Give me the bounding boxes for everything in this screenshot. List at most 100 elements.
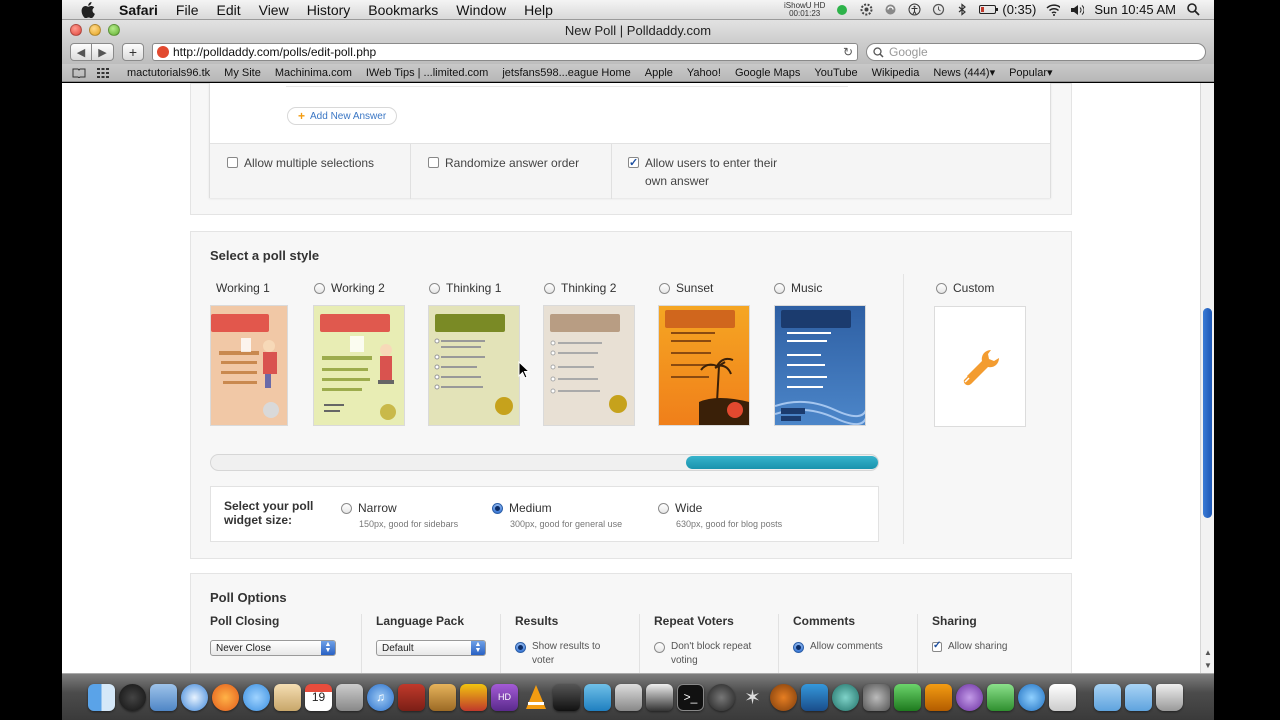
reload-icon[interactable]: ↻	[843, 45, 853, 59]
style-option-thinking-1[interactable]: Thinking 1	[428, 280, 525, 426]
folder-icon[interactable]	[1094, 683, 1121, 711]
style-option-thinking-2[interactable]: Thinking 2	[543, 280, 640, 426]
time-machine-icon[interactable]	[931, 3, 945, 17]
bluetooth-icon[interactable]	[955, 3, 969, 17]
language-pack-select[interactable]: Default ▲ ▼	[376, 640, 486, 656]
purple-app-icon[interactable]	[956, 683, 983, 711]
itunes-icon[interactable]: ♫	[367, 683, 394, 711]
style-radio-custom[interactable]	[936, 282, 947, 294]
allow-own-answer-checkbox[interactable]	[628, 154, 639, 172]
utility-icon[interactable]	[615, 683, 642, 711]
image-capture-icon[interactable]	[429, 683, 456, 711]
style-thumbnail-custom[interactable]	[934, 306, 1026, 427]
back-button[interactable]: ◀	[70, 43, 92, 61]
style-thumbnail-sunset[interactable]	[658, 305, 750, 426]
mail-icon[interactable]	[150, 683, 177, 711]
bookmark-item[interactable]: Google Maps	[728, 67, 807, 79]
sparkle-icon[interactable]: ✶	[739, 684, 766, 711]
ical-icon[interactable]: 19	[305, 683, 332, 711]
size-option-medium[interactable]: Medium 300px, good for general use	[492, 501, 622, 529]
allow-own-answer-option[interactable]: Allow users to enter their own answer	[628, 154, 798, 190]
clock[interactable]: Sun 10:45 AM	[1094, 2, 1176, 17]
search-input[interactable]: Google	[866, 43, 1206, 61]
allow-sharing-checkbox[interactable]	[932, 639, 942, 653]
style-thumbnail-working-2[interactable]	[313, 305, 405, 426]
allow-comments-radio[interactable]	[793, 642, 804, 653]
style-carousel-scroll-thumb[interactable]	[686, 456, 878, 469]
trash-icon[interactable]	[1156, 683, 1183, 711]
style-radio-working-2[interactable]	[314, 282, 325, 294]
gear-icon[interactable]	[859, 3, 873, 17]
add-bookmark-button[interactable]: +	[122, 43, 144, 61]
textedit-icon[interactable]	[1049, 683, 1076, 711]
terminal-icon[interactable]: >_	[677, 683, 704, 711]
style-radio-thinking-1[interactable]	[429, 282, 440, 294]
leaf-icon[interactable]	[894, 683, 921, 711]
menu-window[interactable]: Window	[447, 2, 515, 18]
dont-block-option[interactable]: Don't block repeat voting	[654, 640, 764, 668]
bookmark-item[interactable]: YouTube	[807, 67, 864, 79]
bookmark-item[interactable]: Machinima.com	[268, 67, 359, 79]
clapper-icon[interactable]	[646, 683, 673, 711]
folder-icon-2[interactable]	[1125, 683, 1152, 711]
menu-history[interactable]: History	[298, 2, 360, 18]
app-store-icon[interactable]	[584, 683, 611, 711]
page-scroll-thumb[interactable]	[1203, 308, 1212, 518]
style-radio-thinking-2[interactable]	[544, 282, 555, 294]
bookmark-item[interactable]: IWeb Tips | ...limited.com	[359, 67, 495, 79]
style-option-sunset[interactable]: Sunset	[658, 280, 755, 426]
menu-bookmarks[interactable]: Bookmarks	[359, 2, 447, 18]
hd-icon[interactable]: HD	[491, 683, 518, 711]
apple-icon[interactable]	[78, 1, 98, 18]
aperture-icon[interactable]	[708, 683, 735, 711]
close-window-button[interactable]	[70, 24, 82, 36]
recording-icon[interactable]	[835, 3, 849, 17]
style-radio-music[interactable]	[774, 282, 785, 294]
plug-icon[interactable]	[925, 683, 952, 711]
style-radio-sunset[interactable]	[659, 282, 670, 294]
firefox-icon[interactable]	[212, 683, 239, 711]
dont-block-radio[interactable]	[654, 642, 665, 653]
allow-sharing-option[interactable]: Allow sharing	[932, 639, 1062, 654]
allow-multiple-selections-option[interactable]: Allow multiple selections	[227, 154, 374, 172]
bookmark-item[interactable]: mactutorials96.tk	[120, 67, 217, 79]
top-sites-icon[interactable]	[96, 67, 110, 79]
allow-multiple-selections-checkbox[interactable]	[227, 157, 238, 168]
sync-icon[interactable]	[883, 3, 897, 17]
vlc-icon[interactable]	[522, 684, 549, 711]
menu-edit[interactable]: Edit	[207, 2, 249, 18]
page-scrollbar[interactable]: ▲ ▼	[1200, 83, 1214, 673]
bookmark-popular-folder[interactable]: Popular▾	[1002, 66, 1059, 79]
photo-booth-icon[interactable]	[398, 683, 425, 711]
guitar-icon[interactable]	[770, 683, 797, 711]
finalcut-icon[interactable]	[801, 683, 828, 711]
show-results-option[interactable]: Show results to voter	[515, 640, 625, 668]
garageband-icon[interactable]	[460, 683, 487, 711]
people-icon[interactable]	[987, 683, 1014, 711]
finder-icon[interactable]	[88, 683, 115, 711]
menu-help[interactable]: Help	[515, 2, 562, 18]
ichat-icon[interactable]	[243, 683, 270, 711]
menu-file[interactable]: File	[167, 2, 208, 18]
style-option-working-1[interactable]: Working 1	[210, 280, 312, 426]
add-new-answer-button[interactable]: + Add New Answer	[287, 107, 398, 125]
scroll-up-arrow-icon[interactable]: ▲	[1202, 648, 1214, 657]
ishowu-indicator[interactable]: iShowU HD 00:01:23	[784, 1, 825, 18]
accessibility-icon[interactable]	[907, 3, 921, 17]
menu-safari[interactable]: Safari	[110, 2, 167, 18]
style-thumbnail-working-1[interactable]	[210, 305, 288, 426]
zoom-window-button[interactable]	[108, 24, 120, 36]
randomize-answer-order-checkbox[interactable]	[428, 157, 439, 168]
safari-icon[interactable]	[181, 683, 208, 711]
size-radio-medium[interactable]	[492, 502, 503, 514]
randomize-answer-order-option[interactable]: Randomize answer order	[428, 154, 579, 172]
network-icon[interactable]	[832, 683, 859, 711]
style-carousel-scrollbar[interactable]	[210, 454, 879, 471]
poll-closing-select[interactable]: Never Close ▲ ▼	[210, 640, 336, 656]
globe-icon[interactable]	[1018, 683, 1045, 711]
preview-icon[interactable]	[274, 683, 301, 711]
battery-icon[interactable]: (0:35)	[979, 2, 1036, 17]
iphoto-icon[interactable]	[336, 683, 363, 711]
size-option-wide[interactable]: Wide 630px, good for blog posts	[658, 501, 782, 529]
size-radio-narrow[interactable]	[341, 502, 352, 514]
